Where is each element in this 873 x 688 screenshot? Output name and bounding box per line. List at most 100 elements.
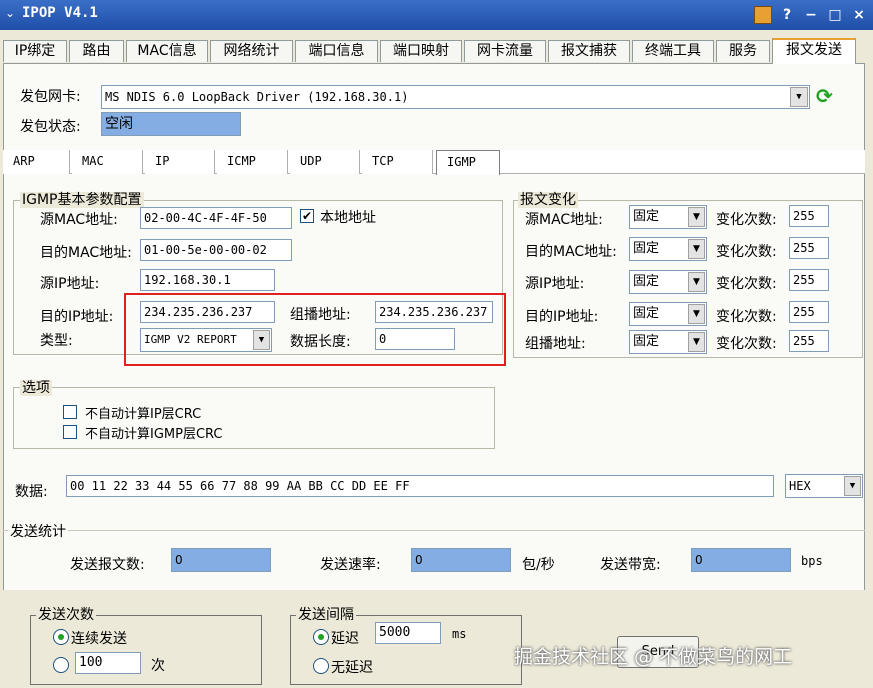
send-interval-title: 发送间隔 (296, 607, 356, 623)
delay-input[interactable]: 5000 (375, 622, 441, 644)
minimize-button[interactable]: − (800, 5, 822, 25)
change-mode-src-mac[interactable]: 固定 ▼ (629, 205, 707, 229)
app-menu-icon[interactable] (754, 6, 772, 24)
no-igmp-crc-checkbox[interactable] (63, 425, 77, 439)
status-value: 空闲 (101, 112, 241, 136)
proto-tab-tcp[interactable]: TCP (362, 150, 433, 174)
no-igmp-crc-label: 不自动计算IGMP层CRC (85, 427, 223, 442)
mode-value: 固定 (633, 241, 660, 256)
sent-count-value: 0 (171, 548, 271, 572)
tab-service[interactable]: 服务 (716, 40, 770, 62)
tab-packet-send[interactable]: 报文发送 (772, 38, 856, 64)
no-delay-radio[interactable] (313, 658, 329, 674)
close-button[interactable]: × (848, 5, 870, 25)
data-label: 数据: (15, 484, 48, 500)
data-format-select[interactable]: HEX ▼ (785, 474, 863, 498)
tab-port-map[interactable]: 端口映射 (380, 40, 462, 62)
src-mac-input[interactable]: 02-00-4C-4F-4F-50 (140, 207, 292, 229)
change-count-dst-mac[interactable]: 255 (789, 237, 829, 259)
change-mode-dst-mac[interactable]: 固定 ▼ (629, 237, 707, 261)
src-ip-input[interactable]: 192.168.30.1 (140, 269, 275, 291)
igmp-params-title: IGMP基本参数配置 (20, 192, 144, 208)
main-panel: IP绑定 路由 MAC信息 网络统计 端口信息 端口映射 网卡流量 报文捕获 终… (0, 30, 873, 688)
tab-capture[interactable]: 报文捕获 (548, 40, 630, 62)
continuous-label: 连续发送 (71, 631, 127, 647)
change-mode-src-ip[interactable]: 固定 ▼ (629, 270, 707, 294)
count-input[interactable]: 100 (75, 652, 141, 674)
dst-ip-label: 目的IP地址: (40, 309, 114, 325)
proto-tab-arp[interactable]: ARP (3, 150, 70, 174)
data-input[interactable]: 00 11 22 33 44 55 66 77 88 99 AA BB CC D… (66, 475, 774, 497)
chevron-down-icon[interactable]: ▼ (688, 332, 705, 352)
continuous-radio[interactable] (53, 629, 69, 645)
dst-mac-input[interactable]: 01-00-5e-00-00-02 (140, 239, 292, 261)
proto-tab-udp[interactable]: UDP (290, 150, 360, 174)
tab-terminal-tools[interactable]: 终端工具 (632, 40, 714, 62)
proto-tab-igmp[interactable]: IGMP (436, 150, 500, 175)
change-count-label: 变化次数: (716, 212, 777, 228)
send-rate-unit: 包/秒 (522, 557, 555, 573)
maximize-button[interactable]: □ (824, 5, 846, 25)
count-radio[interactable] (53, 657, 69, 673)
watermark: 掘金技术社区 @ 不做菜鸟的网工 (514, 646, 793, 668)
chevron-down-icon[interactable]: ▼ (844, 476, 861, 496)
change-mode-dst-ip[interactable]: 固定 ▼ (629, 302, 707, 326)
tab-ip-bind[interactable]: IP绑定 (3, 40, 67, 62)
no-ip-crc-label: 不自动计算IP层CRC (85, 407, 202, 422)
change-label-dst-ip: 目的IP地址: (525, 309, 599, 325)
bandwidth-label: 发送带宽: (600, 557, 661, 573)
dst-mac-label: 目的MAC地址: (40, 245, 132, 261)
change-count-dst-ip[interactable]: 255 (789, 301, 829, 323)
nic-label: 发包网卡: (20, 89, 81, 105)
proto-tab-ip[interactable]: IP (145, 150, 215, 174)
src-mac-label: 源MAC地址: (40, 212, 118, 228)
local-address-label: 本地地址 (320, 210, 376, 226)
chevron-down-icon[interactable]: ▼ (688, 304, 705, 324)
status-label: 发包状态: (20, 119, 81, 135)
highlight-box (124, 293, 506, 366)
tab-net-stats[interactable]: 网络统计 (210, 40, 293, 62)
no-delay-label: 无延迟 (331, 660, 373, 676)
change-count-group[interactable]: 255 (789, 330, 829, 352)
sent-count-label: 发送报文数: (70, 557, 145, 573)
proto-tab-icmp[interactable]: ICMP (217, 150, 288, 174)
mode-value: 固定 (633, 334, 660, 349)
no-ip-crc-checkbox[interactable] (63, 405, 77, 419)
packet-change-title: 报文变化 (518, 192, 578, 208)
change-label-src-mac: 源MAC地址: (525, 212, 603, 228)
bandwidth-value: 0 (691, 548, 791, 572)
help-button[interactable]: ? (776, 5, 798, 25)
delay-radio[interactable] (313, 629, 329, 645)
stats-divider (3, 530, 865, 531)
chevron-down-icon[interactable]: ▼ (688, 207, 705, 227)
change-count-src-mac[interactable]: 255 (789, 205, 829, 227)
change-count-label: 变化次数: (716, 309, 777, 325)
nic-value: MS NDIS 6.0 LoopBack Driver (192.168.30.… (105, 90, 409, 104)
tab-mac-info[interactable]: MAC信息 (126, 40, 208, 62)
delay-unit: ms (452, 627, 467, 641)
count-unit: 次 (151, 658, 165, 674)
send-rate-value: 0 (411, 548, 511, 572)
chevron-down-icon[interactable]: ▼ (688, 239, 705, 259)
local-address-checkbox[interactable]: ✔ (300, 209, 314, 223)
nic-select[interactable]: MS NDIS 6.0 LoopBack Driver (192.168.30.… (101, 85, 810, 109)
chevron-down-icon[interactable]: ▼ (790, 87, 808, 107)
change-mode-group[interactable]: 固定 ▼ (629, 330, 707, 354)
proto-tab-mac[interactable]: MAC (72, 150, 143, 174)
chevron-down-icon[interactable]: ▼ (688, 272, 705, 292)
mode-value: 固定 (633, 306, 660, 321)
delay-label: 延迟 (331, 631, 359, 647)
send-count-group (30, 615, 262, 685)
tab-route[interactable]: 路由 (69, 40, 124, 62)
refresh-icon[interactable]: ⟳ (816, 84, 833, 108)
change-label-group: 组播地址: (525, 336, 586, 352)
bandwidth-unit: bps (801, 554, 823, 568)
change-count-src-ip[interactable]: 255 (789, 269, 829, 291)
send-count-title: 发送次数 (36, 607, 96, 623)
change-count-label: 变化次数: (716, 276, 777, 292)
tab-nic-traffic[interactable]: 网卡流量 (464, 40, 546, 62)
tab-port-info[interactable]: 端口信息 (295, 40, 378, 62)
format-value: HEX (789, 479, 811, 493)
mode-value: 固定 (633, 209, 660, 224)
mode-value: 固定 (633, 274, 660, 289)
